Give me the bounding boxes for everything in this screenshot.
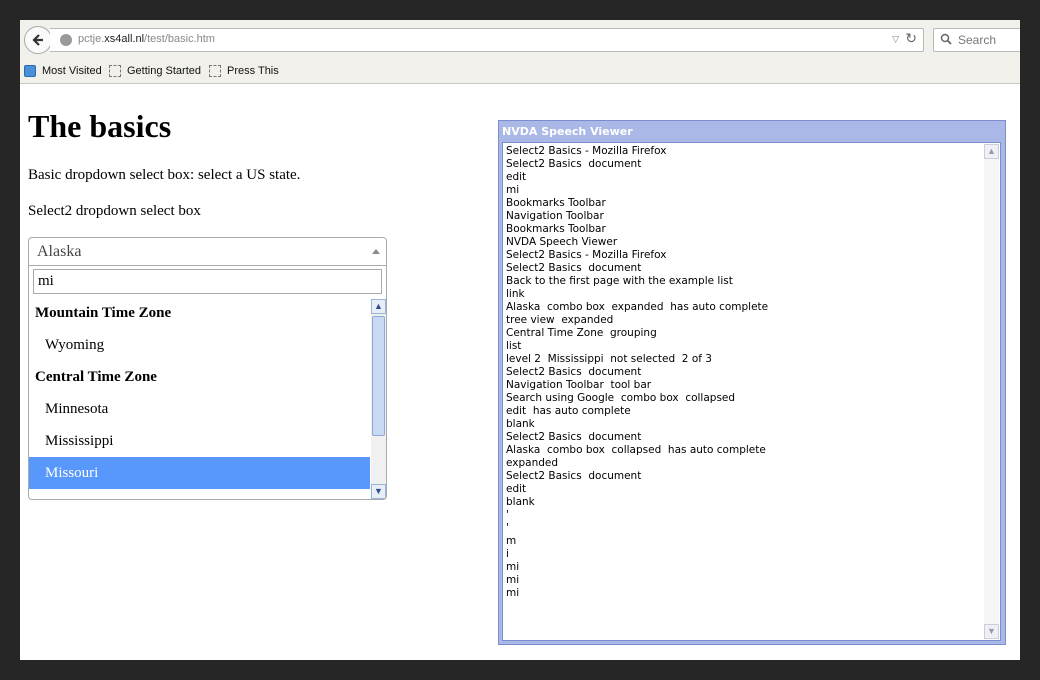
browser-window: pctje.xs4all.nl/test/basic.htm ▽ ↻ Searc… [20,20,1020,660]
speech-log-line: edit [506,483,527,495]
speech-log-line: Back to the first page with the example … [506,275,733,287]
navigation-toolbar: pctje.xs4all.nl/test/basic.htm ▽ ↻ Searc… [20,20,1020,60]
speech-log-line: Select2 Basics document [506,470,642,482]
speech-log-line: blank [506,418,535,430]
scroll-up-icon[interactable]: ▲ [371,299,386,314]
speech-log-line: Navigation Toolbar [506,210,604,222]
speech-log-line: NVDA Speech Viewer [506,236,618,248]
bookmarks-toolbar: Most Visited Getting Started Press This [20,60,1020,84]
select2-dropdown: Alaska Mountain Time Zone Wyoming Centra… [28,237,387,500]
option-minnesota[interactable]: Minnesota [29,393,370,425]
speech-log-line: Alaska combo box collapsed has auto comp… [506,444,766,456]
speech-log-line: mi [506,574,520,586]
page-title: The basics [28,108,172,144]
speech-log-line: edit [506,171,527,183]
bookmark-getting-started[interactable]: Getting Started [109,65,201,77]
speech-log-line: ' [506,509,509,521]
search-bar[interactable]: Search [933,28,1020,52]
folder-icon [24,65,36,77]
bookmark-page-icon [209,65,221,77]
speech-log-line: expanded [506,457,559,469]
speech-log-line: Navigation Toolbar tool bar [506,379,652,391]
speech-log-line: Central Time Zone grouping [506,327,657,339]
speech-log[interactable]: Select2 Basics - Mozilla Firefox Select2 … [502,142,1001,641]
speech-log-line: mi [506,587,520,599]
speech-log-line: Search using Google combo box collapsed [506,392,736,404]
nvda-speech-viewer: NVDA Speech Viewer Select2 Basics - Mozi… [498,120,1006,645]
results-scrollbar[interactable]: ▲ ▼ [371,299,386,499]
option-wyoming[interactable]: Wyoming [29,329,370,361]
select2-search-input[interactable] [33,269,382,294]
bookmark-most-visited[interactable]: Most Visited [24,65,102,77]
speech-log-line: Select2 Basics - Mozilla Firefox [506,145,667,157]
select2-description: Select2 dropdown select box [28,203,201,219]
speech-log-line: ' [506,522,509,534]
speech-log-line: m [506,535,517,547]
speech-log-line: Select2 Basics document [506,262,642,274]
option-missouri[interactable]: Missouri [29,457,370,489]
scroll-up-icon[interactable]: ▲ [984,144,999,159]
search-placeholder: Search [958,33,997,47]
group-label-mountain: Mountain Time Zone [35,305,172,321]
page-content: The basics Basic dropdown select box: se… [20,84,1020,660]
url-text[interactable]: pctje.xs4all.nl/test/basic.htm [78,33,215,45]
scroll-down-icon[interactable]: ▼ [371,484,386,499]
bookmark-press-this[interactable]: Press This [209,65,279,77]
speech-log-lines: Select2 Basics - Mozilla Firefox Select2 … [506,145,982,640]
speech-log-line: level 2 Mississippi not selected 2 of 3 [506,353,712,365]
speech-log-line: Select2 Basics document [506,431,642,443]
speech-log-line: link [506,288,525,300]
back-arrow-icon [32,34,43,46]
group-label-central: Central Time Zone [35,369,157,385]
speech-log-line: Select2 Basics document [506,158,642,170]
scroll-thumb[interactable] [372,316,385,436]
speech-log-line: list [506,340,522,352]
url-dropdown-icon[interactable]: ▽ [892,35,899,45]
selected-value: Alaska [37,243,82,260]
url-bar[interactable]: pctje.xs4all.nl/test/basic.htm ▽ ↻ [50,28,924,52]
reload-icon[interactable]: ↻ [905,31,917,47]
speech-log-line: Alaska combo box expanded has auto compl… [506,301,769,313]
speech-log-line: mi [506,184,520,196]
speech-log-line: edit has auto complete [506,405,631,417]
chevron-up-icon[interactable] [372,249,380,254]
results-list: Mountain Time Zone Wyoming Central Time … [29,299,370,499]
speech-log-line: i [506,548,509,560]
speech-log-line: Bookmarks Toolbar [506,197,606,209]
speech-log-scrollbar[interactable]: ▲ ▼ [984,144,999,639]
globe-icon [60,34,72,46]
speech-log-line: mi [506,561,520,573]
bookmark-page-icon [109,65,121,77]
speech-log-line: Select2 Basics document [506,366,642,378]
back-button[interactable] [24,26,52,54]
nvda-title: NVDA Speech Viewer [502,125,633,138]
search-icon [940,33,952,45]
speech-log-line: Bookmarks Toolbar [506,223,606,235]
speech-log-line: Select2 Basics - Mozilla Firefox [506,249,667,261]
select2-selection[interactable]: Alaska [29,238,386,266]
speech-log-line: blank [506,496,535,508]
scroll-down-icon[interactable]: ▼ [984,624,999,639]
basic-select-description: Basic dropdown select box: select a US s… [28,167,301,183]
speech-log-line: tree view expanded [506,314,614,326]
option-mississippi[interactable]: Mississippi [29,425,370,457]
